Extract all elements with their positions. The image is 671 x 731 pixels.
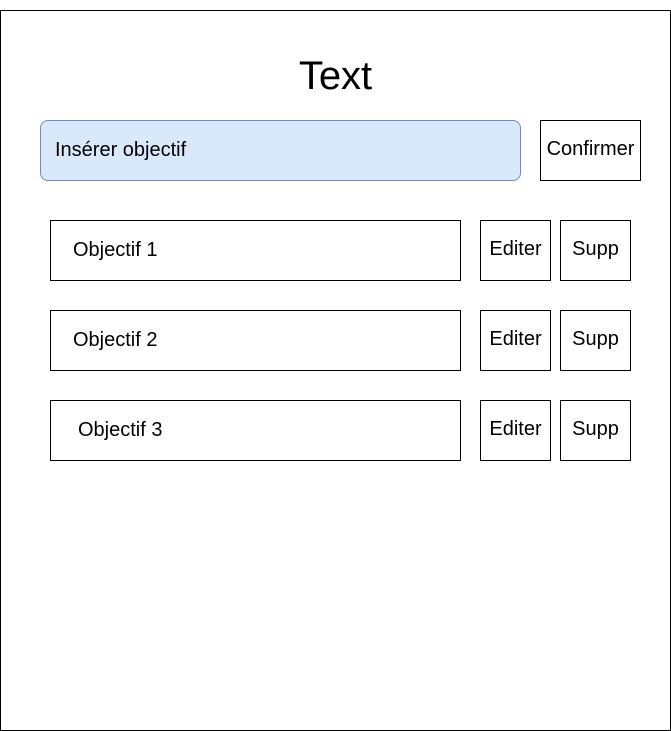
objective-label: Objectif 2 bbox=[73, 329, 158, 351]
delete-button-2[interactable]: Supp bbox=[560, 310, 631, 371]
objective-item-2: Objectif 2 bbox=[50, 310, 461, 371]
delete-button-1[interactable]: Supp bbox=[560, 220, 631, 281]
objective-label: Objectif 1 bbox=[73, 239, 158, 261]
objective-item-1: Objectif 1 bbox=[50, 220, 461, 281]
edit-button-3[interactable]: Editer bbox=[480, 400, 551, 461]
confirm-button[interactable]: Confirmer bbox=[540, 120, 641, 181]
page-title: Text bbox=[298, 54, 373, 98]
objective-item-3: Objectif 3 bbox=[50, 400, 461, 461]
edit-button-1[interactable]: Editer bbox=[480, 220, 551, 281]
objective-label: Objectif 3 bbox=[78, 419, 163, 441]
delete-button-3[interactable]: Supp bbox=[560, 400, 631, 461]
edit-button-2[interactable]: Editer bbox=[480, 310, 551, 371]
objective-input[interactable] bbox=[40, 120, 521, 181]
